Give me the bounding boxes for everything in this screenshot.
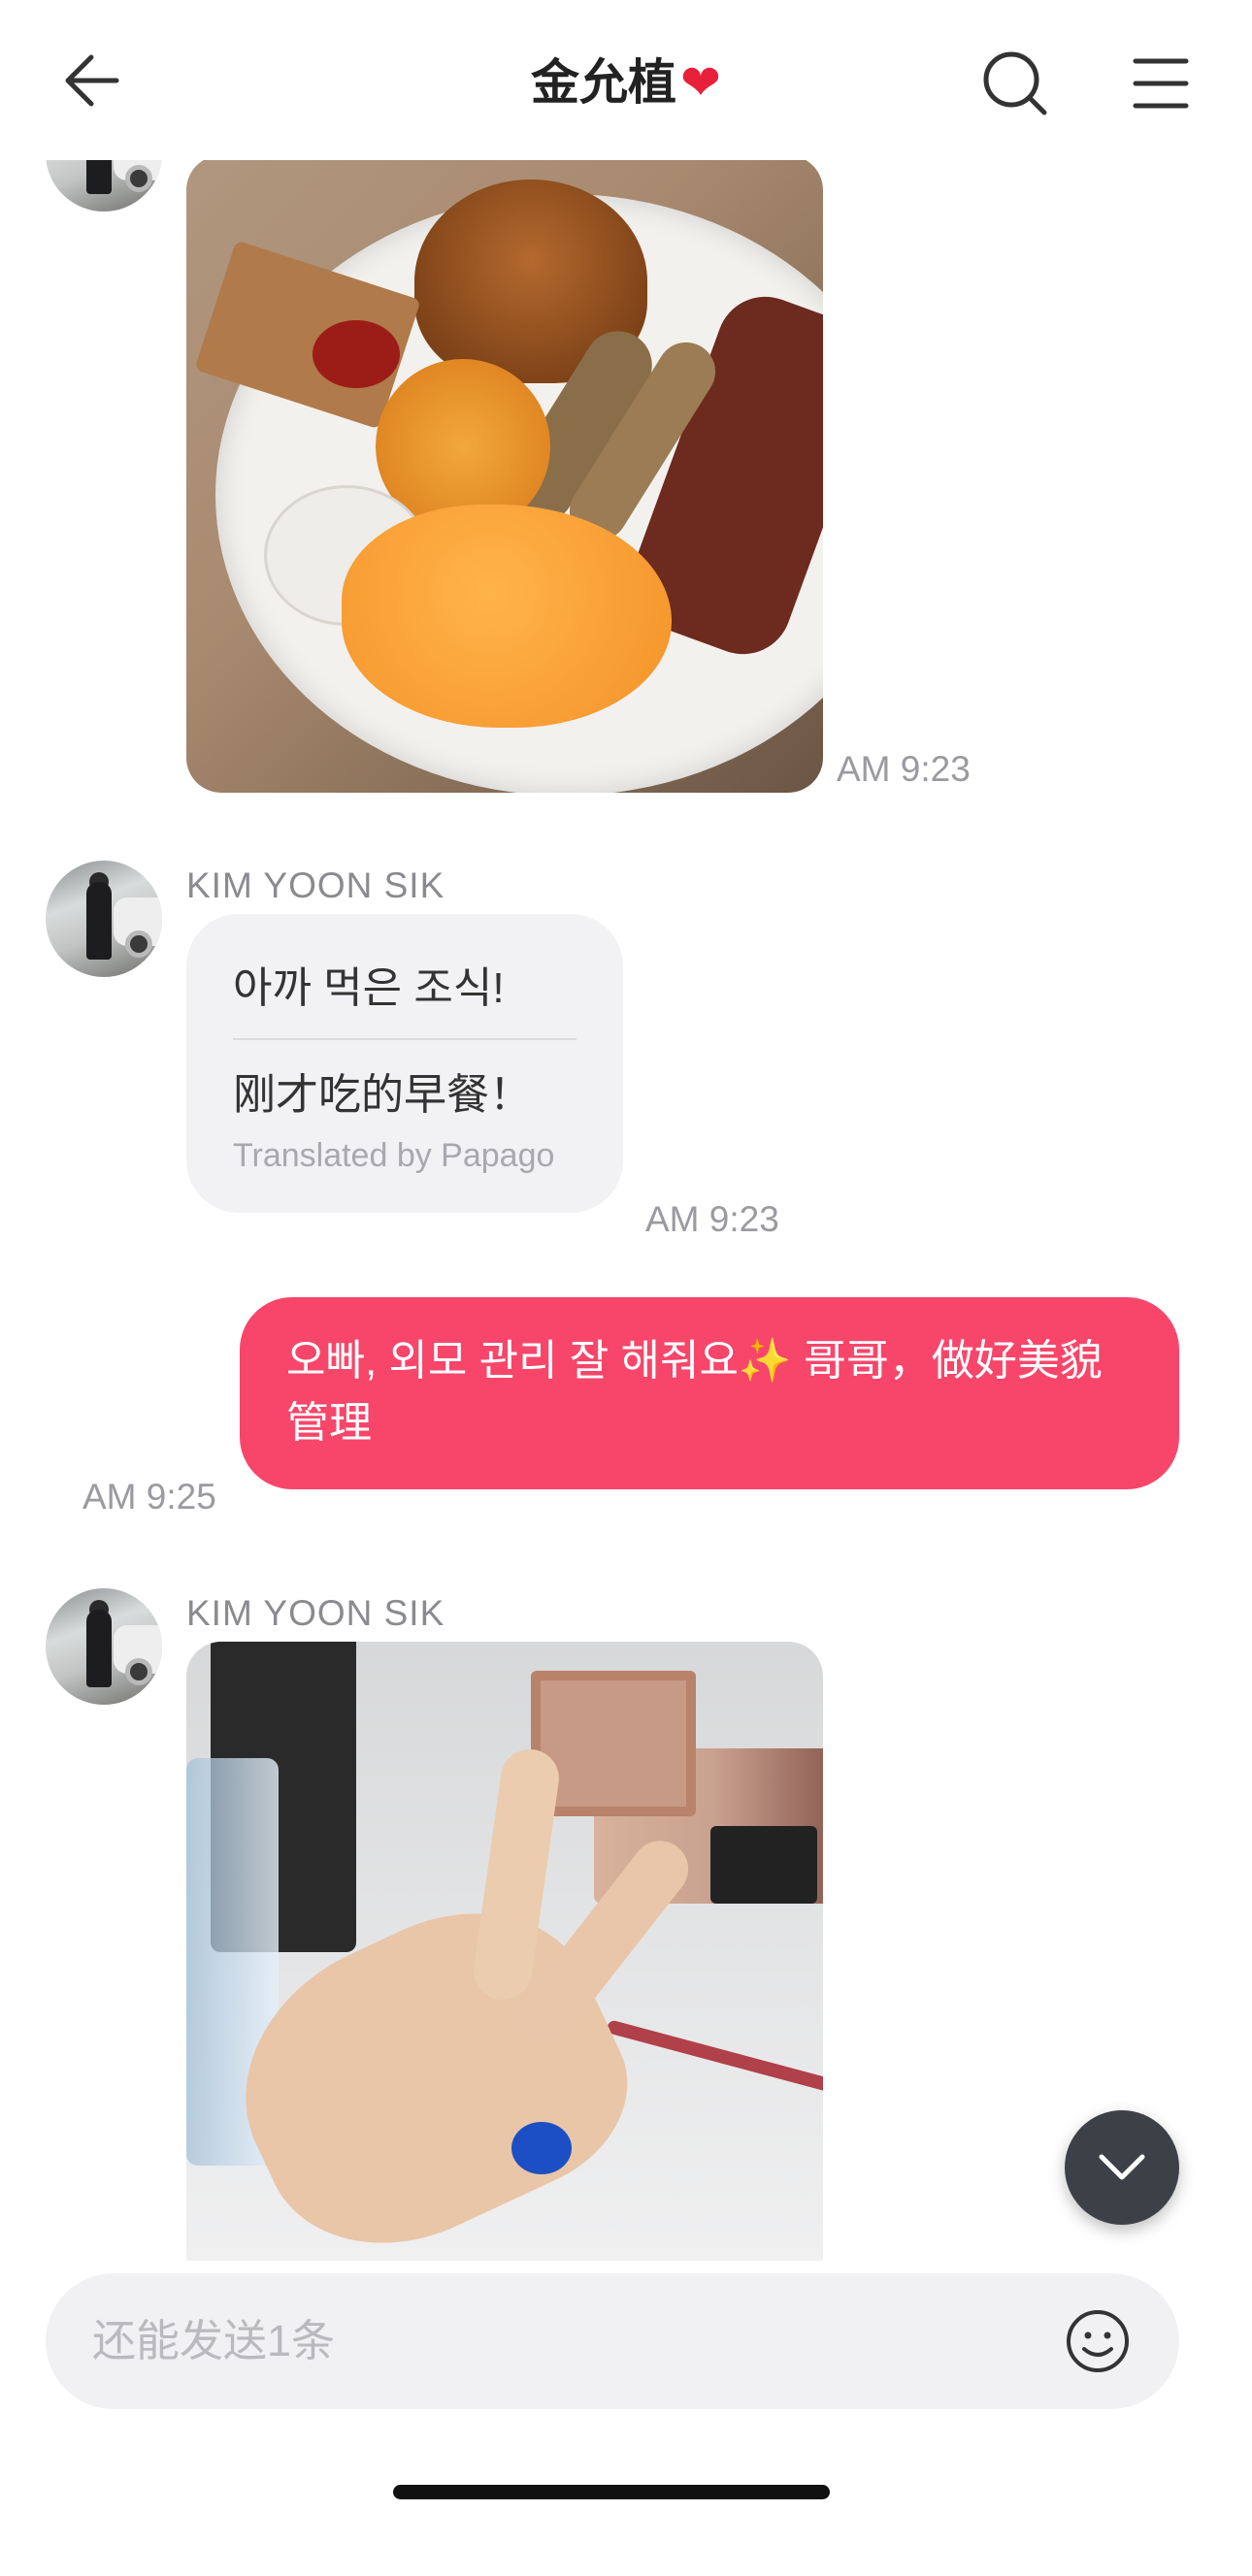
heart-emoji: ❤ <box>680 55 721 110</box>
sender-name: KIM YOON SIK <box>186 1593 445 1633</box>
received-message-bubble[interactable]: 아까 먹은 조식! 刚才吃的早餐！ Translated by Papago <box>186 914 623 1213</box>
emoji-button[interactable] <box>1065 2308 1131 2374</box>
hamburger-menu-icon <box>1133 58 1189 109</box>
message-time: AM 9:25 <box>82 1477 216 1516</box>
search-button[interactable] <box>980 49 1050 118</box>
sent-message-bubble[interactable]: 오빠, 외모 관리 잘 해줘요✨ 哥哥，做好美貌管理 <box>240 1297 1179 1489</box>
search-icon <box>983 51 1047 115</box>
translation-divider <box>233 1038 577 1040</box>
chevron-down-icon <box>1099 2154 1145 2180</box>
sent-message-text: 오빠, 외모 관리 잘 해줘요✨ 哥哥，做好美貌管理 <box>286 1337 1103 1447</box>
translated-text: 刚才吃的早餐！ <box>233 1071 532 1119</box>
avatar[interactable] <box>46 1588 162 1705</box>
breakfast-photo[interactable] <box>186 155 823 793</box>
chat-header: 金允植❤ <box>0 0 1252 160</box>
home-indicator <box>393 2485 830 2499</box>
contact-name: 金允植 <box>531 55 677 110</box>
translation-credit: Translated by Papago <box>233 1137 555 1174</box>
makeup-table-photo[interactable] <box>186 1642 823 2294</box>
sender-name: KIM YOON SIK <box>186 865 445 905</box>
smiley-icon <box>1067 2310 1129 2372</box>
original-text: 아까 먹은 조식! <box>233 964 505 1012</box>
message-time: AM 9:23 <box>645 1199 779 1239</box>
message-input[interactable] <box>92 2273 1043 2409</box>
avatar[interactable] <box>46 861 162 977</box>
message-input-container <box>46 2273 1179 2409</box>
menu-button[interactable] <box>1126 49 1196 118</box>
scroll-to-bottom-button[interactable] <box>1065 2110 1179 2225</box>
message-input-bar <box>0 2261 1252 2576</box>
page-title: 金允植❤ <box>0 50 1252 114</box>
message-time: AM 9:23 <box>837 749 971 789</box>
